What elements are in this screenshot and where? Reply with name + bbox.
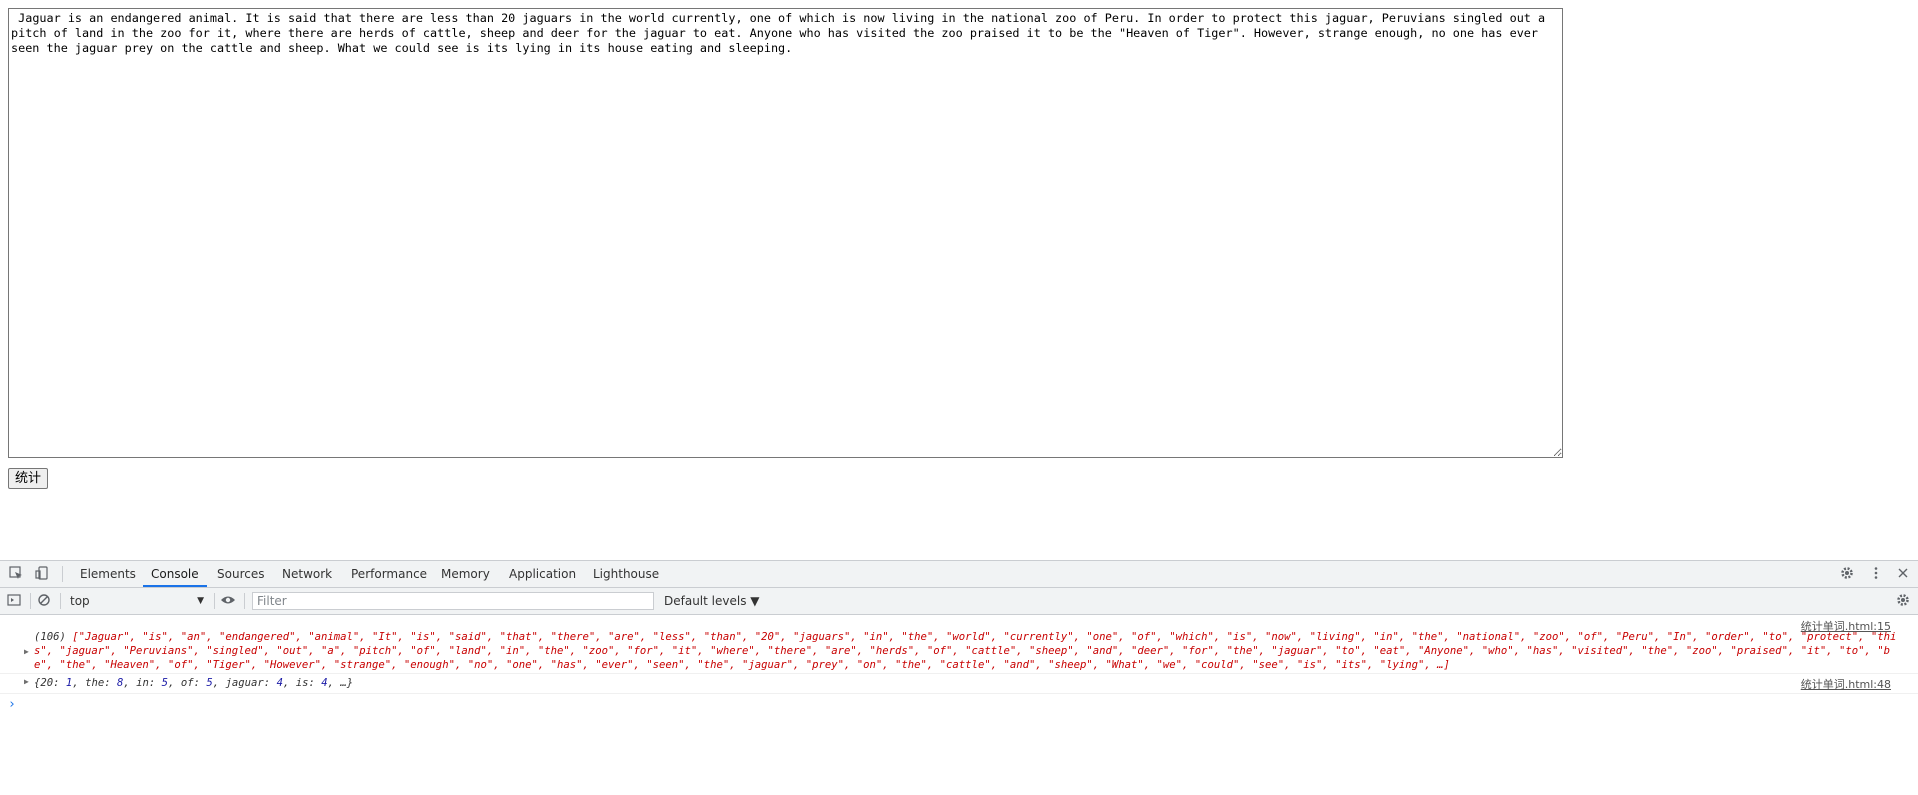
object-key: in [136, 677, 149, 689]
object-key: the [85, 677, 105, 689]
console-message: 统计单词.html:15 ▶ (106) ["Jaguar", "is", "a… [0, 615, 1918, 674]
expand-triangle-icon[interactable]: ▶ [24, 677, 29, 686]
console-sidebar-icon[interactable] [6, 593, 22, 609]
toolbar-divider [60, 593, 61, 609]
expand-triangle-icon[interactable]: ▶ [24, 647, 29, 656]
tab-network[interactable]: Network [274, 561, 340, 587]
clear-console-icon[interactable] [36, 593, 52, 609]
toolbar-divider [244, 593, 245, 609]
devtools-panel: Elements Console Sources Network Perform… [0, 560, 1918, 795]
tab-elements[interactable]: Elements [72, 561, 144, 587]
eye-icon[interactable] [220, 593, 236, 609]
object-ellipsis: … [340, 677, 347, 689]
object-value: 4 [321, 677, 328, 689]
context-value: top [70, 594, 90, 608]
object-value: 1 [65, 677, 73, 689]
close-icon[interactable] [1895, 566, 1911, 582]
inspect-element-icon[interactable] [8, 566, 24, 582]
object-value: 5 [206, 677, 213, 689]
device-toolbar-icon[interactable] [34, 566, 50, 582]
page-content: Jaguar is an endangered animal. It is sa… [0, 0, 1918, 560]
console-toolbar: top ▼ Default levels ▼ [0, 588, 1918, 615]
count-button[interactable]: 统计 [8, 468, 49, 489]
tab-sources[interactable]: Sources [209, 561, 272, 587]
object-value: 8 [116, 677, 124, 689]
devtools-tabbar: Elements Console Sources Network Perform… [0, 561, 1918, 588]
console-prompt[interactable]: › [8, 697, 16, 712]
array-preview: ["Jaguar", "is", "an", "endangered", "an… [34, 631, 1897, 671]
console-message: 统计单词.html:48 ▶ {20: 1, the: 8, in: 5, of… [0, 673, 1918, 694]
tab-lighthouse[interactable]: Lighthouse [585, 561, 667, 587]
text-input-area[interactable]: Jaguar is an endangered animal. It is sa… [8, 8, 1563, 458]
gear-icon[interactable] [1839, 566, 1855, 582]
context-selector[interactable]: top ▼ [70, 592, 204, 610]
console-filter-input[interactable] [252, 592, 654, 610]
object-key: jaguar [225, 677, 264, 689]
toolbar-divider [214, 593, 215, 609]
message-object-output: {20: 1, the: 8, in: 5, of: 5, jaguar: 4,… [34, 677, 354, 689]
object-key: is [295, 677, 309, 689]
tabbar-divider [62, 566, 63, 582]
tab-console[interactable]: Console [143, 561, 207, 587]
object-value: 4 [276, 677, 283, 689]
object-value: 5 [161, 677, 169, 689]
console-output: 统计单词.html:15 ▶ (106) ["Jaguar", "is", "a… [0, 615, 1918, 795]
more-vertical-icon[interactable] [1868, 566, 1884, 582]
object-key: of [180, 677, 194, 689]
array-length: (106) [34, 631, 66, 643]
object-key: 20 [40, 677, 54, 689]
toolbar-divider [30, 593, 31, 609]
message-array-output: (106) ["Jaguar", "is", "an", "endangered… [34, 630, 1898, 672]
tab-memory[interactable]: Memory [433, 561, 498, 587]
tab-performance[interactable]: Performance [343, 561, 435, 587]
dropdown-arrow-icon: ▼ [197, 596, 204, 606]
tab-application[interactable]: Application [501, 561, 584, 587]
gear-icon[interactable] [1895, 593, 1911, 609]
log-levels-dropdown[interactable]: Default levels ▼ [664, 592, 760, 610]
